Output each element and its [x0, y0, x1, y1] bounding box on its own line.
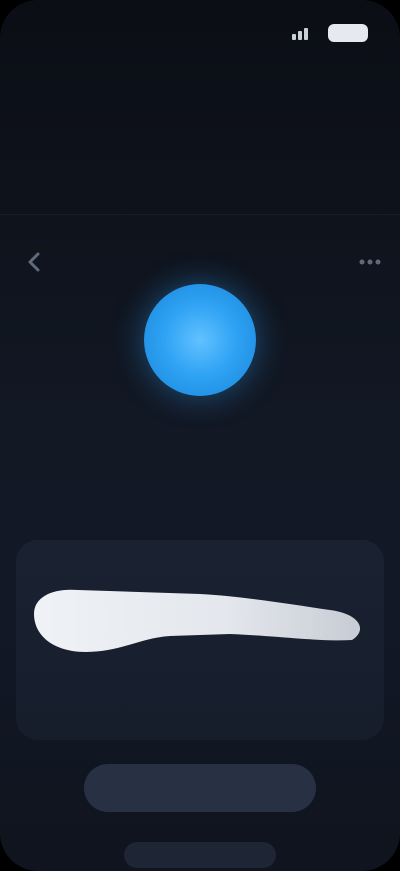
header-divider: [0, 214, 400, 215]
signal-icon: [292, 28, 308, 40]
phone-screen: [0, 0, 400, 871]
more-icon[interactable]: [352, 246, 388, 278]
summary-card[interactable]: [16, 540, 384, 740]
chevron-left-icon[interactable]: [16, 246, 52, 278]
card-graphic: [34, 589, 361, 652]
status-bar: [0, 0, 400, 64]
primary-action-button[interactable]: [84, 764, 316, 812]
secondary-action-link[interactable]: [124, 842, 276, 868]
battery-icon: [328, 24, 368, 42]
avatar[interactable]: [144, 284, 256, 396]
